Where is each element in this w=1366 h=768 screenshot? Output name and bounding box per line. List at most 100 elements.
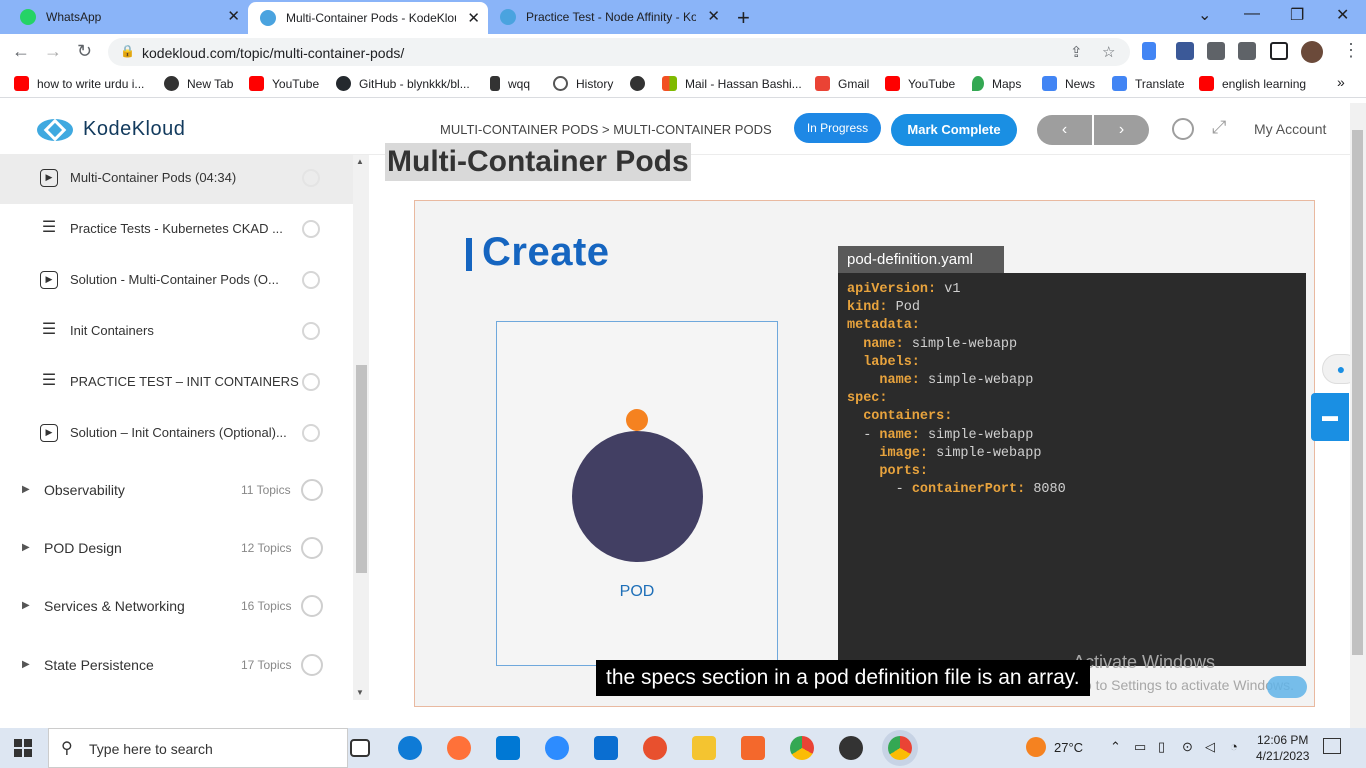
lesson-item[interactable]: ☰ Init Containers (0, 306, 353, 357)
dark-mode-icon[interactable] (1172, 118, 1194, 140)
completion-circle[interactable] (301, 479, 323, 501)
bookmark-label: YouTube (908, 76, 956, 91)
edge-icon[interactable] (398, 736, 422, 760)
bookmark-item[interactable]: GitHub - blynkkk/bl... (336, 76, 470, 91)
lock-icon[interactable]: 🔒 (120, 44, 135, 58)
menu-dots-icon[interactable]: ⋮ (1342, 40, 1360, 61)
kodekloud-logo[interactable]: KodeKloud (35, 115, 185, 143)
section-pod-design[interactable]: ▶ POD Design 12 Topics (0, 520, 353, 578)
section-state-persistence[interactable]: ▶ State Persistence 17 Topics (0, 637, 353, 695)
network-icon[interactable]: ▭ (1134, 739, 1146, 755)
bookmark-item[interactable]: News (1042, 76, 1095, 91)
show-hidden-icons[interactable]: ⌃ (1110, 739, 1121, 755)
tab-search-icon[interactable]: ⌄ (1198, 5, 1211, 25)
reload-button[interactable]: ↻ (77, 41, 92, 62)
windows-start-icon[interactable] (14, 739, 32, 757)
taskbar-search[interactable]: ⚲ Type here to search (48, 728, 348, 768)
next-lesson-button[interactable]: › (1094, 115, 1149, 145)
wifi-icon[interactable]: ◔ (1230, 739, 1238, 754)
url-text[interactable]: kodekloud.com/topic/multi-container-pods… (142, 45, 404, 61)
completion-circle[interactable] (301, 595, 323, 617)
chrome-active-icon[interactable] (888, 736, 912, 760)
in-progress-button[interactable]: In Progress (794, 113, 881, 143)
clock[interactable]: 12:06 PM 4/21/2023 (1256, 732, 1309, 764)
more-bookmarks-icon[interactable]: » (1337, 74, 1345, 90)
bookmark-item[interactable]: New Tab (164, 76, 233, 91)
address-bar[interactable]: 🔒 kodekloud.com/topic/multi-container-po… (108, 38, 1130, 66)
video-player[interactable]: Create POD pod-definition.yaml apiVersio… (414, 200, 1315, 707)
completion-circle[interactable] (301, 654, 323, 676)
tab-whatsapp[interactable]: WhatsApp ✕ (8, 0, 248, 34)
bookmark-item[interactable]: how to write urdu i... (14, 76, 144, 91)
completion-circle[interactable] (302, 373, 320, 391)
completion-circle[interactable] (301, 537, 323, 559)
lesson-item[interactable]: ▶ Solution - Multi-Container Pods (O... (0, 255, 353, 306)
tab-node-affinity[interactable]: Practice Test - Node Affinity - KodeKlou… (488, 0, 728, 34)
app-icon[interactable] (643, 736, 667, 760)
battery-icon[interactable]: ▯ (1158, 739, 1165, 755)
bookmark-item[interactable]: Mail - Hassan Bashi... (662, 76, 802, 91)
lesson-item[interactable]: ▶ Solution – Init Containers (Optional).… (0, 408, 353, 459)
completion-circle[interactable] (302, 220, 320, 238)
notification-icon[interactable] (1323, 738, 1341, 754)
firefox-icon[interactable] (447, 736, 471, 760)
chrome-icon[interactable] (790, 736, 814, 760)
completion-circle[interactable] (302, 169, 320, 187)
forward-button[interactable]: → (44, 41, 62, 62)
file-explorer-icon[interactable] (692, 736, 716, 760)
bookmark-item[interactable]: Maps (972, 76, 1021, 91)
restore-button[interactable]: ❐ (1290, 5, 1304, 25)
lesson-item[interactable]: ☰ Practice Tests - Kubernetes CKAD ... (0, 204, 353, 255)
app-icon[interactable] (741, 736, 765, 760)
weather-widget[interactable]: 27°C (1026, 737, 1083, 757)
bookmark-item[interactable]: YouTube (885, 76, 955, 91)
mail-icon[interactable] (594, 736, 618, 760)
completion-circle[interactable] (302, 271, 320, 289)
download-extension-icon[interactable] (1176, 42, 1194, 60)
bookmark-item[interactable] (630, 76, 653, 91)
task-view-icon[interactable] (350, 739, 370, 757)
close-tab-icon[interactable]: ✕ (227, 9, 240, 25)
close-tab-icon[interactable]: ✕ (467, 11, 480, 27)
my-account-link[interactable]: My Account (1254, 121, 1326, 137)
minimize-button[interactable]: — (1244, 5, 1260, 23)
profile-avatar[interactable] (1301, 41, 1323, 63)
new-tab-button[interactable]: + (737, 5, 750, 31)
extensions-puzzle-icon[interactable] (1207, 42, 1225, 60)
back-button[interactable]: ← (12, 41, 30, 62)
store-icon[interactable] (496, 736, 520, 760)
scroll-up-icon[interactable]: ▲ (356, 157, 364, 166)
share-icon[interactable]: ⇪ (1070, 43, 1083, 61)
obs-icon[interactable] (839, 736, 863, 760)
close-window-button[interactable]: ✕ (1336, 5, 1349, 25)
bookmark-item[interactable]: wqq (490, 76, 530, 91)
lesson-item[interactable]: ☰ PRACTICE TEST – INIT CONTAINERS (0, 357, 353, 408)
page-scrollbar-thumb[interactable] (1352, 130, 1363, 655)
close-tab-icon[interactable]: ✕ (707, 9, 720, 25)
mark-complete-button[interactable]: Mark Complete (891, 114, 1017, 146)
section-services-networking[interactable]: ▶ Services & Networking 16 Topics (0, 578, 353, 636)
volume-icon[interactable]: ◁ (1205, 739, 1215, 755)
bookmark-item[interactable]: english learning (1199, 76, 1306, 91)
lesson-item[interactable]: ▶ Multi-Container Pods (04:34) (0, 155, 353, 204)
previous-lesson-button[interactable]: ‹ (1037, 115, 1092, 145)
fullscreen-icon[interactable]: ⤢ (1212, 117, 1226, 138)
activate-windows-subtitle: Go to Settings to activate Windows. (1073, 677, 1294, 693)
tab-multi-container-pods[interactable]: Multi-Container Pods - KodeKloud ✕ (248, 2, 488, 34)
scroll-down-icon[interactable]: ▼ (356, 688, 364, 697)
bookmark-item[interactable]: Translate (1112, 76, 1185, 91)
bookmark-item[interactable]: History (553, 76, 613, 91)
bookmark-item[interactable]: YouTube (249, 76, 319, 91)
reading-list-icon[interactable] (1238, 42, 1256, 60)
section-observability[interactable]: ▶ Observability 11 Topics (0, 462, 353, 520)
bookmark-item[interactable]: Gmail (815, 76, 869, 91)
completion-circle[interactable] (302, 424, 320, 442)
zoom-icon[interactable] (545, 736, 569, 760)
meet-now-icon[interactable]: ⊙ (1182, 739, 1193, 755)
chat-icon[interactable]: ▬ (1311, 393, 1349, 441)
sidebar-scrollbar-thumb[interactable] (356, 365, 367, 573)
side-panel-icon[interactable] (1270, 42, 1288, 60)
bookmark-star-icon[interactable]: ☆ (1102, 43, 1115, 61)
voice-extension-icon[interactable] (1142, 42, 1156, 60)
completion-circle[interactable] (302, 322, 320, 340)
